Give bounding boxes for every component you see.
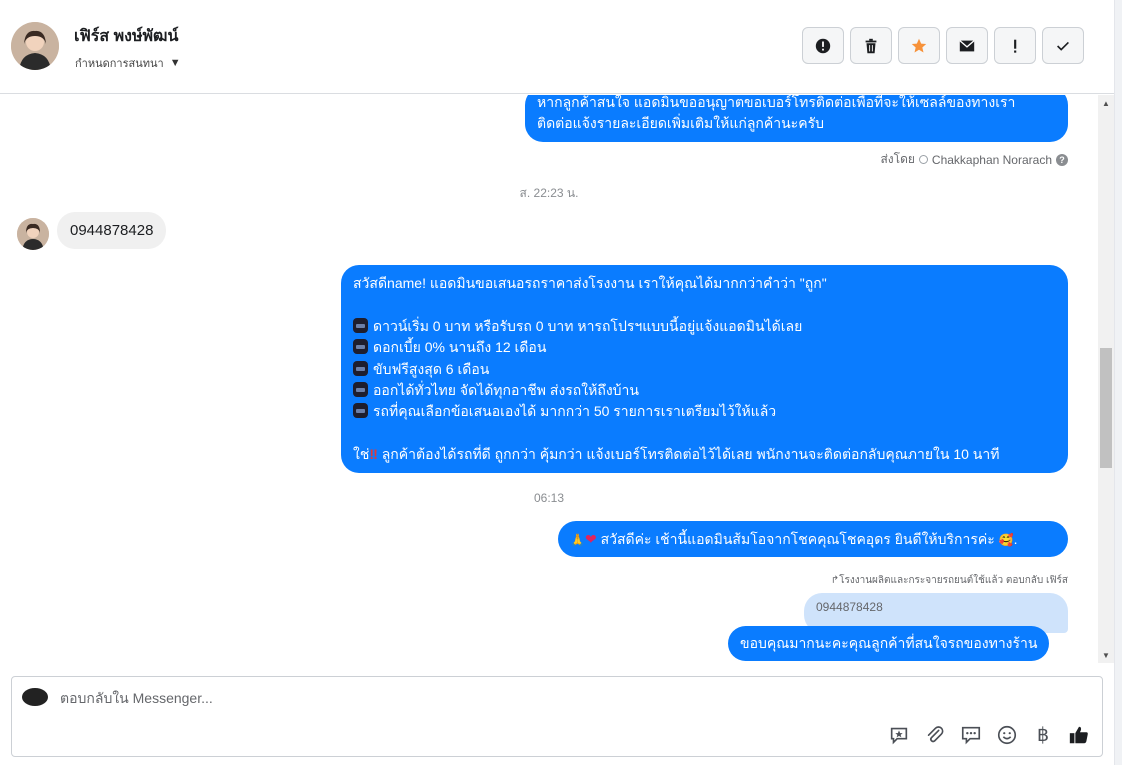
message-bullet: ดอกเบี้ย 0% นานถึง 12 เดือน: [353, 337, 1056, 358]
page-logo-icon: [22, 688, 48, 706]
assign-conversation-dropdown[interactable]: กำหนดการสนทนา ▼: [75, 54, 181, 72]
verified-icon: [918, 155, 928, 164]
check-icon: [1057, 41, 1069, 51]
composer-tools: ฿: [888, 724, 1090, 746]
exclamation-icon: [1014, 39, 1017, 53]
message-bullet: ออกได้ทั่วไทย จัดได้ทุกอาชีพ ส่งรถให้ถึง…: [353, 380, 1056, 401]
mail-icon: [959, 39, 975, 51]
follow-up-button[interactable]: [994, 27, 1036, 64]
message-bullet: ดาวน์เริ่ม 0 บาท หรือรับรถ 0 บาท หารถโปร…: [353, 316, 1056, 337]
car-emoji-icon: [353, 317, 368, 333]
sent-by-info: ส่งโดย Chakkaphan Norarach ?: [880, 150, 1068, 169]
outgoing-message[interactable]: หากลูกค้าสนใจ แอดมินขออนุญาตขอเบอร์โทรติ…: [525, 95, 1068, 142]
caret-down-icon: ▼: [169, 57, 181, 69]
message-bullet: รถที่คุณเลือกข้อเสนอเองได้ มากกว่า 50 รา…: [353, 401, 1056, 422]
mark-spam-button[interactable]: [802, 27, 844, 64]
payment-button[interactable]: ฿: [1032, 724, 1054, 746]
scroll-up-arrow-icon[interactable]: ▲: [1098, 95, 1114, 111]
car-emoji-icon: [353, 403, 368, 419]
quick-reply-button[interactable]: [960, 724, 982, 746]
message-line: สวัสดีname! แอดมินขอเสนอรถราคาส่งโรงงาน …: [353, 275, 827, 291]
smiling-hearts-emoji-icon: 🥰: [998, 533, 1014, 547]
attachment-icon: [927, 726, 944, 743]
baht-icon: ฿: [1036, 724, 1050, 746]
panel-divider: [1114, 0, 1122, 765]
contact-avatar-small: [17, 218, 49, 250]
saved-reply-button[interactable]: [888, 724, 910, 746]
thread-scrollbar[interactable]: ▲ ▼: [1098, 95, 1114, 663]
emoji-button[interactable]: [996, 724, 1018, 746]
sender-name[interactable]: Chakkaphan Norarach: [932, 153, 1052, 167]
conversation-header: เฟิร์ส พงษ์พัฒน์ กำหนดการสนทนา ▼: [0, 0, 1114, 94]
timestamp: ส. 22:23 น.: [519, 186, 579, 200]
like-button[interactable]: [1068, 724, 1090, 746]
reply-input[interactable]: [60, 690, 760, 706]
outgoing-message[interactable]: 🙏❤ สวัสดีค่ะ เช้านี้แอดมินส้มโอจากโชคคุณ…: [558, 521, 1068, 557]
pray-emoji-icon: 🙏: [570, 533, 585, 547]
attach-button[interactable]: [924, 724, 946, 746]
mark-done-button[interactable]: [1042, 27, 1084, 64]
delete-button[interactable]: [850, 27, 892, 64]
saved-reply-icon: [890, 727, 908, 745]
contact-name[interactable]: เฟิร์ส พงษ์พัฒน์: [74, 24, 178, 49]
star-button[interactable]: [898, 27, 940, 64]
chat-bubbles-icon: [961, 726, 981, 745]
scrollbar-thumb[interactable]: [1100, 348, 1112, 468]
assign-label: กำหนดการสนทนา: [75, 58, 164, 70]
outgoing-message[interactable]: ขอบคุณมากนะคะคุณลูกค้าที่สนใจรถของทางร้า…: [728, 626, 1050, 661]
reply-composer: ฿: [11, 676, 1103, 757]
mark-unread-button[interactable]: [946, 27, 988, 64]
star-icon: [911, 38, 927, 52]
double-exclamation-icon: ‼: [369, 446, 378, 463]
header-actions: [802, 27, 1084, 64]
message-line: ติดต่อแจ้งรายละเอียดเพิ่มเติมให้แก่ลูกค้…: [537, 115, 824, 132]
timestamp: 06:13: [533, 491, 565, 505]
alert-circle-icon: [815, 38, 831, 53]
thumbs-up-icon: [1069, 726, 1088, 744]
car-emoji-icon: [353, 382, 368, 398]
scroll-down-arrow-icon[interactable]: ▼: [1098, 647, 1114, 663]
car-emoji-icon: [353, 339, 368, 355]
reply-context: ↱โรงงานผลิตและกระจายรถยนต์ใช้แล้ว ตอบกลั…: [830, 575, 1068, 586]
heart-emoji-icon: ❤: [584, 531, 597, 547]
incoming-message[interactable]: 0944878428: [57, 212, 167, 249]
emoji-icon: [997, 725, 1017, 745]
sent-by-label: ส่งโดย: [880, 152, 915, 166]
help-icon[interactable]: ?: [1056, 153, 1068, 166]
message-line: หากลูกค้าสนใจ แอดมินขออนุญาตขอเบอร์โทรติ…: [537, 95, 1016, 110]
message-thread[interactable]: หากลูกค้าสนใจ แอดมินขออนุญาตขอเบอร์โทรติ…: [0, 95, 1098, 663]
outgoing-message[interactable]: สวัสดีname! แอดมินขอเสนอรถราคาส่งโรงงาน …: [341, 265, 1068, 473]
trash-icon: [865, 38, 877, 53]
message-line: ใช่‼ ลูกค้าต้องได้รถที่ดี ถูกกว่า คุ้มกว…: [353, 446, 1000, 463]
contact-avatar[interactable]: [11, 22, 59, 70]
car-emoji-icon: [353, 360, 368, 376]
message-bullet: ขับฟรีสูงสุด 6 เดือน: [353, 359, 1056, 380]
